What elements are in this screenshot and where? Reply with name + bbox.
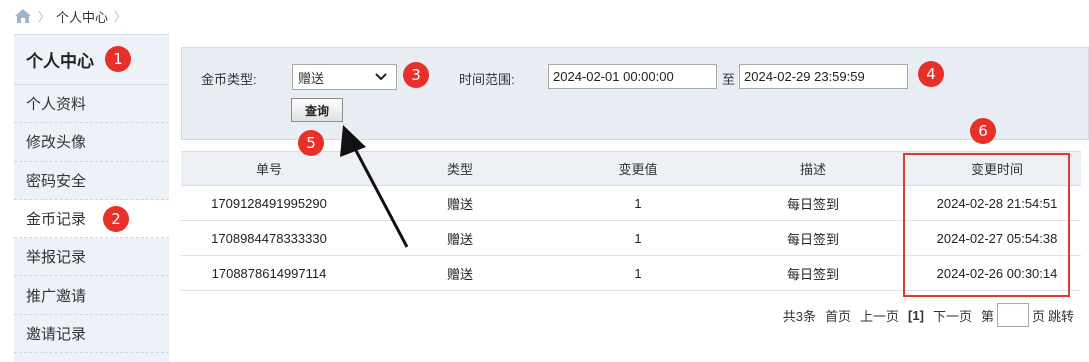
sidebar-item-coin-records[interactable]: 金币记录	[14, 199, 169, 239]
annotation-badge-5: 5	[298, 130, 324, 156]
annotation-badge-1: 1	[105, 46, 131, 72]
pager-page-prefix: 第	[980, 308, 994, 324]
pagination: 共3条 首页 上一页 [1] 下一页 第 页 跳转	[783, 303, 1074, 327]
sidebar-item-invite-records[interactable]: 邀请记录	[14, 315, 169, 354]
start-time-input[interactable]: 2024-02-01 00:00:00	[548, 64, 717, 89]
cell-change-value: 1	[563, 255, 713, 291]
sidebar-item-reports[interactable]: 举报记录	[14, 238, 169, 277]
cell-type: 赠送	[357, 255, 563, 291]
header-description: 描述	[713, 151, 913, 186]
pager-total: 共3条	[782, 308, 817, 324]
home-icon[interactable]	[14, 8, 32, 24]
pager-prev-link[interactable]: 上一页	[860, 306, 899, 325]
to-label: 至	[722, 72, 736, 87]
breadcrumb-current[interactable]: 个人中心	[56, 7, 108, 26]
annotation-badge-3: 3	[403, 62, 429, 88]
pager-jump-link[interactable]: 跳转	[1048, 306, 1074, 325]
change-time-highlight-box	[903, 153, 1070, 297]
breadcrumb-separator: 〉	[38, 9, 51, 24]
end-time-input[interactable]: 2024-02-29 23:59:59	[739, 64, 908, 89]
time-range-label: 时间范围:	[459, 72, 515, 87]
sidebar-item-password[interactable]: 密码安全	[14, 162, 169, 200]
sidebar-item-promotion[interactable]: 推广邀请	[14, 276, 169, 315]
coin-type-select[interactable]: 赠送	[292, 64, 397, 90]
sidebar-item-profile[interactable]: 个人资料	[14, 85, 169, 124]
cell-change-value: 1	[563, 185, 713, 221]
header-change-value: 变更值	[563, 151, 713, 186]
breadcrumb-separator: 〉	[114, 9, 127, 24]
cell-description: 每日签到	[713, 255, 913, 291]
sidebar-title: 个人中心	[14, 35, 169, 85]
pager-next-link[interactable]: 下一页	[933, 306, 972, 325]
filter-panel: 金币类型: 赠送 时间范围: 2024-02-01 00:00:00 至 202…	[181, 47, 1089, 140]
page-number-input[interactable]	[996, 303, 1029, 327]
pager-page-suffix: 页	[1031, 308, 1045, 324]
pager-current-page: [1]	[908, 307, 924, 323]
cell-change-value: 1	[563, 220, 713, 256]
sidebar: 个人中心 个人资料 修改头像 密码安全 金币记录 举报记录 推广邀请 邀请记录	[14, 34, 169, 362]
chevron-down-icon	[375, 73, 387, 81]
annotation-badge-2: 2	[103, 206, 129, 232]
cell-description: 每日签到	[713, 185, 913, 221]
arrow-icon	[340, 125, 409, 248]
pager-first-link[interactable]: 首页	[825, 306, 851, 325]
breadcrumb: 〉 个人中心 〉	[14, 6, 126, 26]
cell-description: 每日签到	[713, 220, 913, 256]
sidebar-item-avatar[interactable]: 修改头像	[14, 123, 169, 162]
coin-type-label: 金币类型:	[201, 72, 257, 87]
cell-order-no: 1708878614997114	[181, 255, 357, 291]
coin-type-value: 赠送	[298, 70, 325, 86]
annotation-badge-6: 6	[970, 118, 996, 144]
annotation-badge-4: 4	[918, 61, 944, 87]
